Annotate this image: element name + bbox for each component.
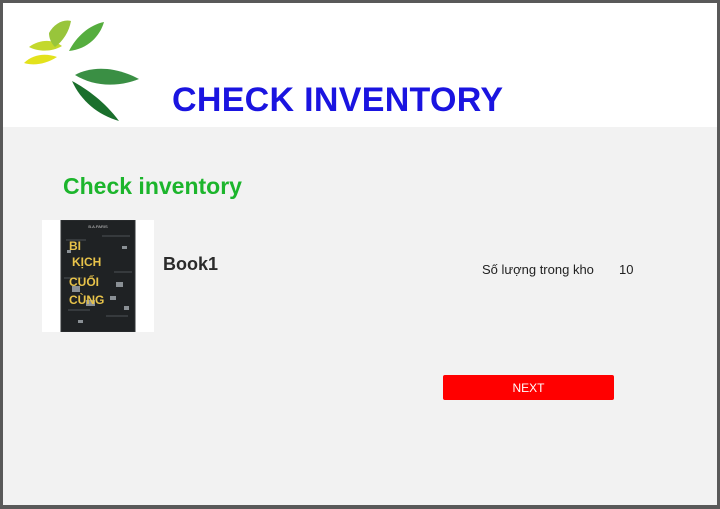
- app-window: CHECK INVENTORY Check inventory B.A.PARI…: [3, 3, 717, 505]
- cover-title-line: CÙNG: [69, 292, 104, 307]
- stock-label: Số lượng trong kho: [482, 262, 594, 277]
- cover-title-line: BI: [69, 239, 81, 253]
- section-title: Check inventory: [63, 173, 242, 199]
- cover-title-line: KỊCH: [72, 255, 101, 269]
- page-title: CHECK INVENTORY: [172, 81, 504, 119]
- svg-text:B.A.PARIS: B.A.PARIS: [88, 224, 108, 229]
- leaf-logo-icon: [24, 20, 139, 121]
- header-bar: CHECK INVENTORY: [3, 3, 717, 127]
- book-name: Book1: [163, 254, 219, 274]
- book-cover-image: B.A.PARIS BI KỊCH CUỐI CÙNG: [42, 219, 154, 333]
- stock-value: 10: [619, 262, 634, 277]
- next-button[interactable]: NEXT: [443, 375, 614, 400]
- cover-title-line: CUỐI: [69, 274, 99, 289]
